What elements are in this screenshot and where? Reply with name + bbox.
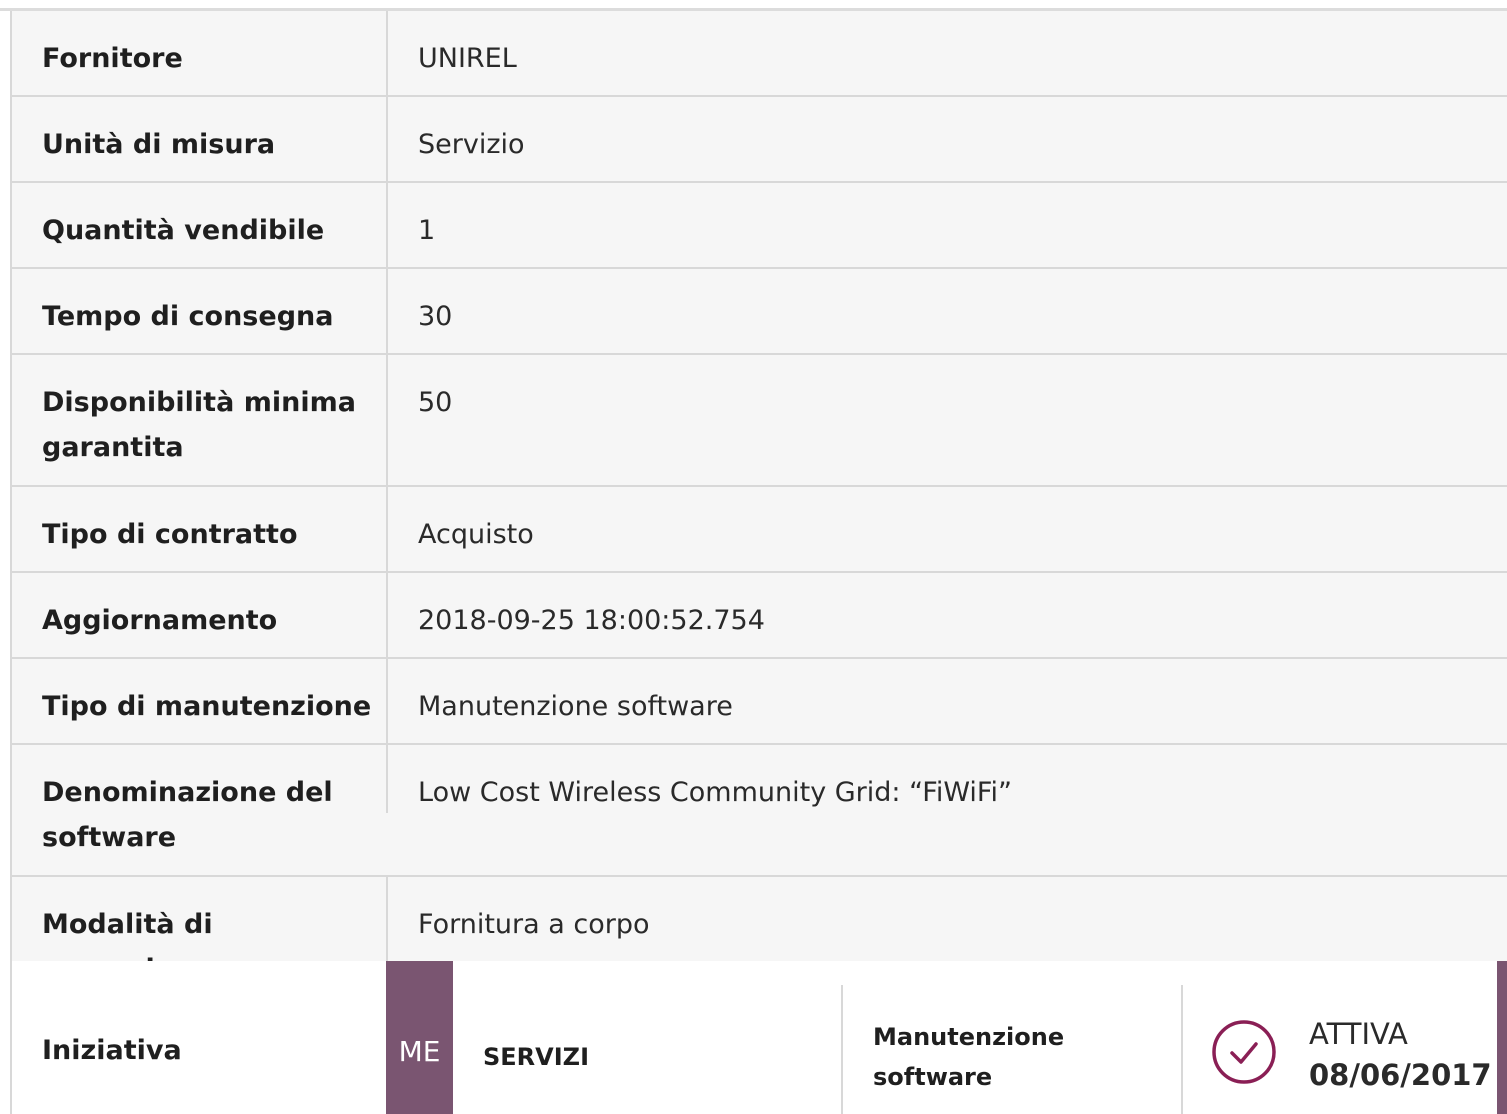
right-accent-bar bbox=[1497, 961, 1507, 1114]
initiative-category[interactable]: SERVIZI bbox=[453, 961, 841, 1114]
status-text: ATTIVA 08/06/2017 bbox=[1309, 985, 1492, 1097]
row-label: Tempo di consegna bbox=[12, 269, 388, 353]
table-row: Unità di misura Servizio bbox=[12, 97, 1507, 183]
table-row: Disponibilità minima garantita 50 bbox=[12, 355, 1507, 487]
row-value: 30 bbox=[418, 301, 453, 332]
attributes-table: Fornitore UNIREL Unità di misura Servizi… bbox=[10, 11, 1507, 985]
row-label: Denominazione del software bbox=[12, 745, 388, 875]
table-row: Fornitore UNIREL bbox=[12, 11, 1507, 97]
initiative-subcategory[interactable]: Manutenzione software bbox=[841, 985, 1181, 1114]
initiative-badge: ME bbox=[386, 961, 453, 1114]
row-label: Quantità vendibile bbox=[12, 183, 388, 267]
row-label: Fornitore bbox=[12, 11, 388, 95]
row-value: Low Cost Wireless Community Grid: “FiWiF… bbox=[418, 777, 1012, 808]
row-label: Disponibilità minima garantita bbox=[12, 355, 388, 485]
status-date: 08/06/2017 bbox=[1309, 1058, 1492, 1092]
table-row: Tempo di consegna 30 bbox=[12, 269, 1507, 355]
row-label: Aggiornamento bbox=[12, 573, 388, 657]
table-row: Aggiornamento 2018-09-25 18:00:52.754 bbox=[12, 573, 1507, 659]
initiative-label: Iniziativa bbox=[42, 1034, 182, 1066]
table-row: Tipo di contratto Acquisto bbox=[12, 487, 1507, 573]
row-value: 1 bbox=[418, 215, 436, 246]
check-circle-icon bbox=[1212, 1020, 1276, 1084]
row-label: Modalità di erogazione bbox=[12, 877, 388, 985]
initiative-row: Iniziativa ME SERVIZI Manutenzione softw… bbox=[10, 961, 1507, 1114]
row-value: 2018-09-25 18:00:52.754 bbox=[418, 605, 765, 636]
row-label: Unità di misura bbox=[12, 97, 388, 181]
row-value: Fornitura a corpo bbox=[418, 909, 650, 940]
table-row: Tipo di manutenzione Manutenzione softwa… bbox=[12, 659, 1507, 745]
table-row: Modalità di erogazione Fornitura a corpo bbox=[12, 877, 1507, 985]
row-value: Manutenzione software bbox=[418, 691, 733, 722]
row-value: 50 bbox=[418, 387, 453, 418]
row-label: Tipo di contratto bbox=[12, 487, 388, 571]
row-label: Tipo di manutenzione bbox=[12, 659, 388, 743]
table-row: Quantità vendibile 1 bbox=[12, 183, 1507, 269]
status-label: ATTIVA bbox=[1309, 1017, 1408, 1051]
table-row: Denominazione del software Low Cost Wire… bbox=[12, 745, 1507, 877]
row-value: UNIREL bbox=[418, 43, 517, 74]
initiative-status: ATTIVA 08/06/2017 bbox=[1181, 985, 1507, 1114]
row-value: Acquisto bbox=[418, 519, 534, 550]
row-value: Servizio bbox=[418, 129, 525, 160]
product-detail-page: Fornitore UNIREL Unità di misura Servizi… bbox=[0, 0, 1507, 1114]
